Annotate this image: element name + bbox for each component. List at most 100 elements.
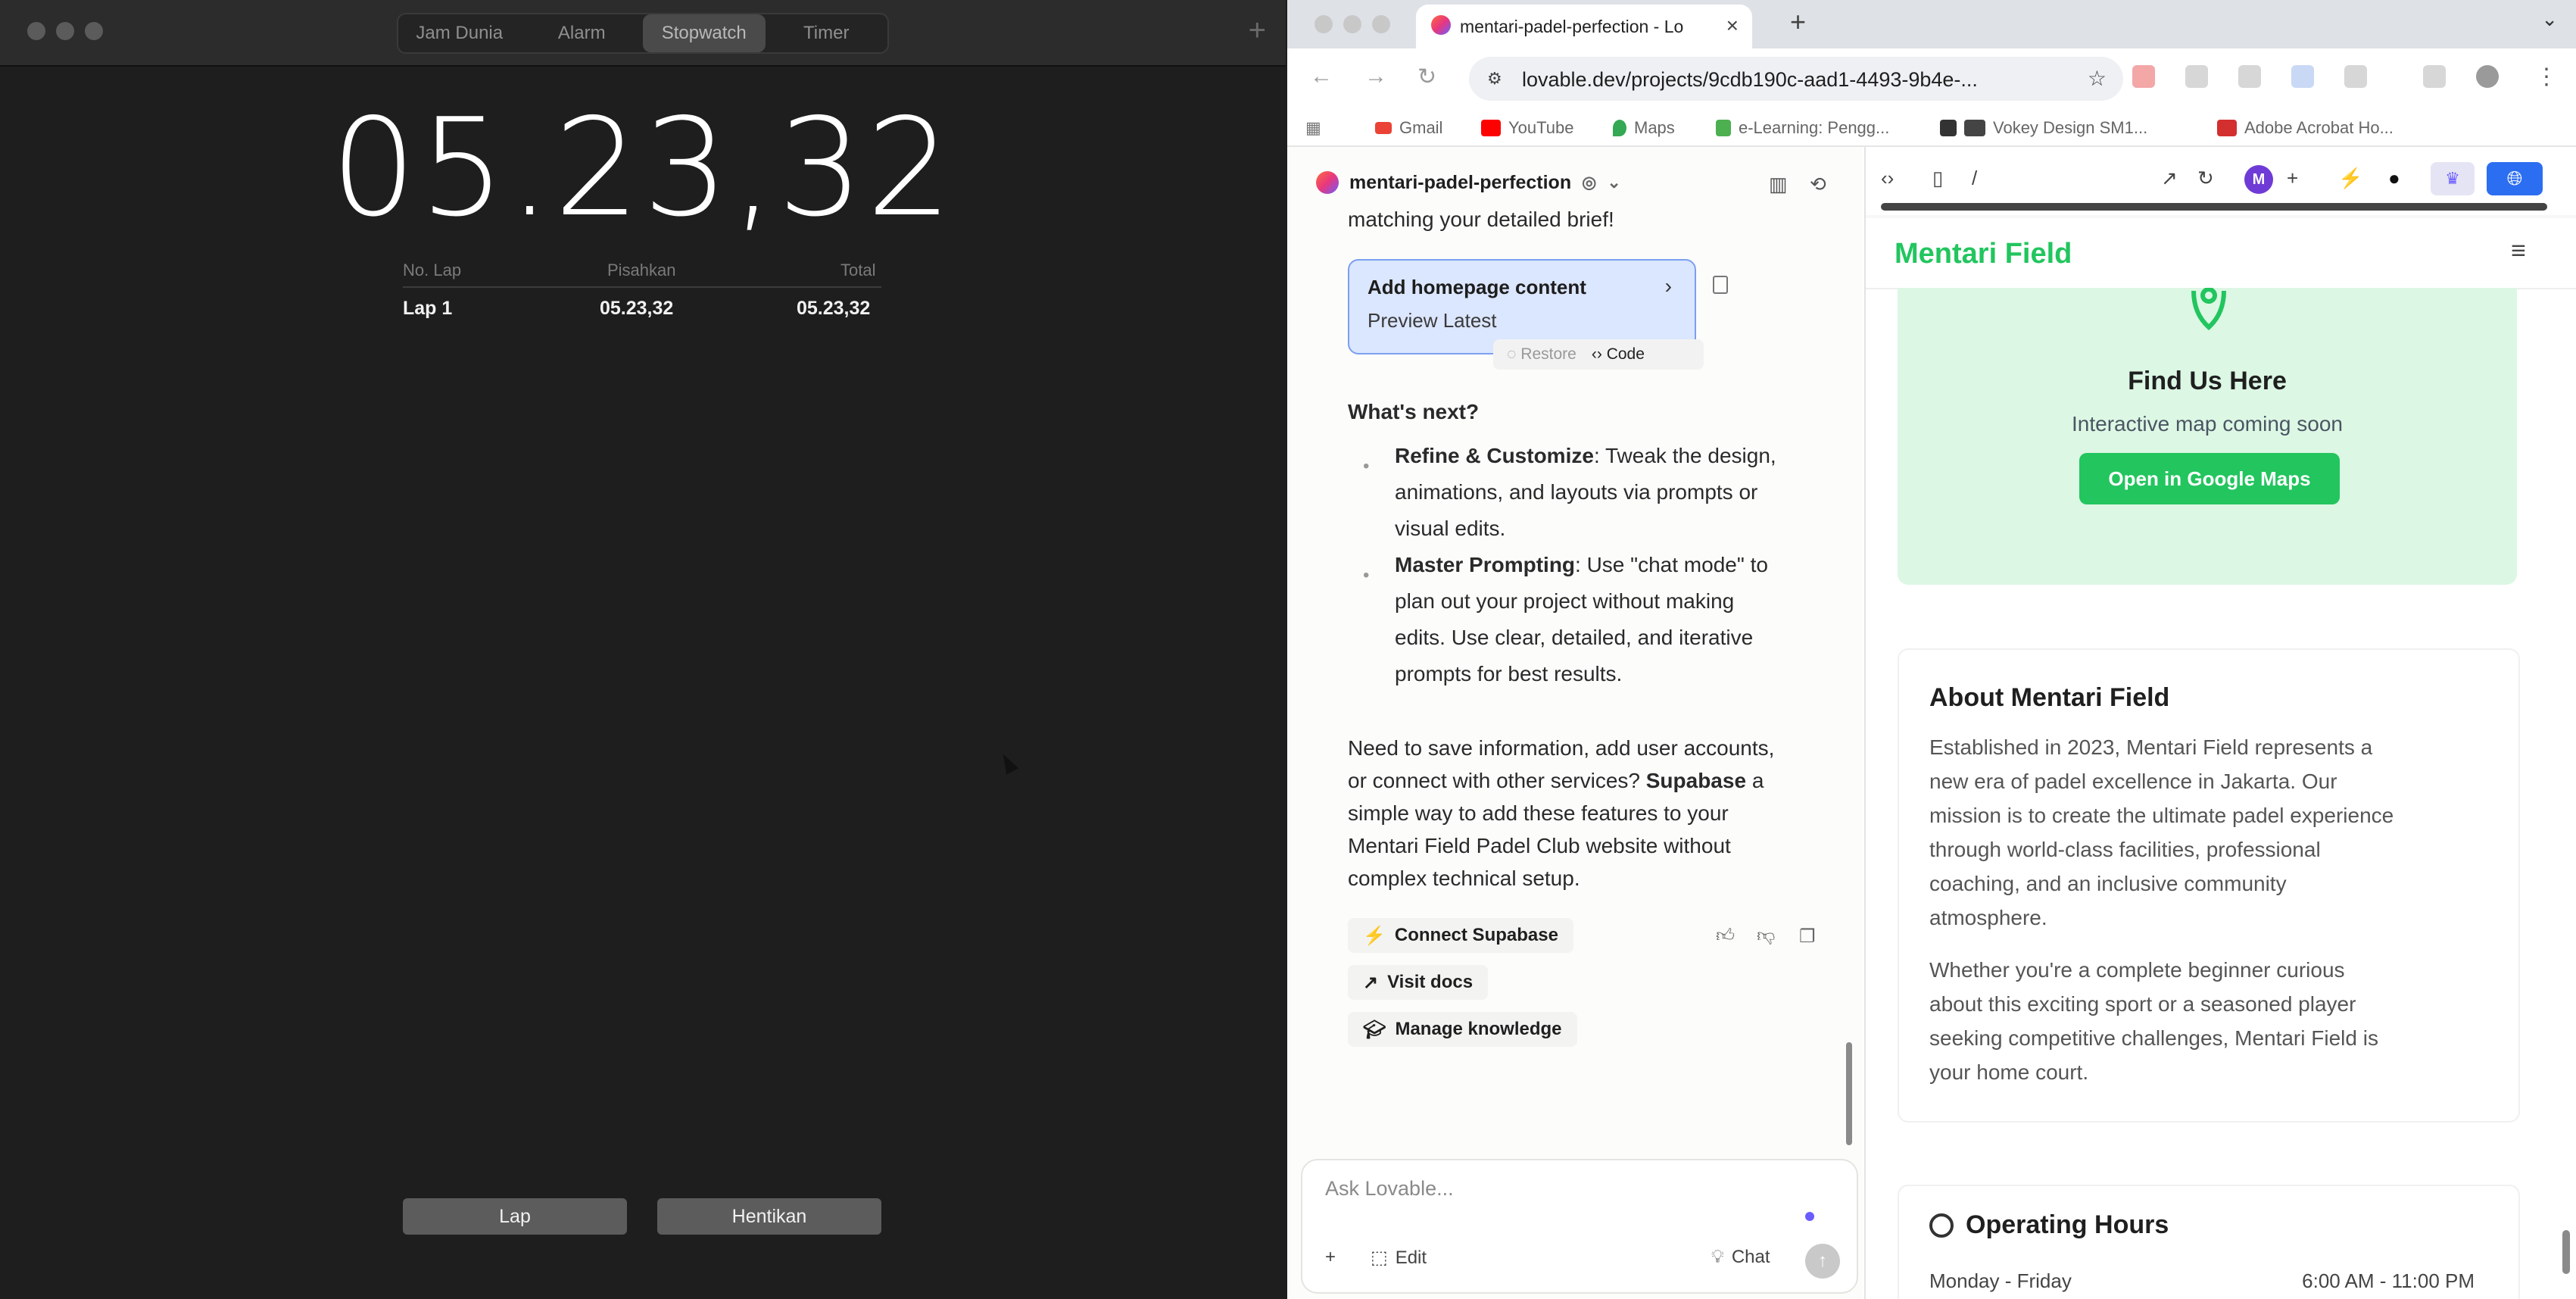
forward-icon[interactable]: → [1364, 64, 1387, 89]
plus-icon[interactable]: + [1249, 14, 1266, 47]
address-bar[interactable]: ⚙ lovable.dev/projects/9cdb190c-aad1-449… [1469, 57, 2123, 101]
stopwatch-time: 05.23,32 [330, 89, 956, 246]
hamburger-menu-icon[interactable]: ≡ [2511, 236, 2526, 266]
invite-plus-icon[interactable]: + [2287, 167, 2298, 190]
bookmark-maps[interactable]: Maps [1613, 118, 1675, 138]
bookmark-elearning[interactable]: e-Learning: Pengg... [1716, 118, 1889, 138]
hand-extension-icon[interactable] [2238, 65, 2261, 88]
send-button[interactable]: ↑ [1805, 1244, 1840, 1279]
route-path[interactable]: / [1972, 167, 1977, 190]
copy-extension-icon[interactable] [2291, 65, 2314, 88]
tab-search-chevron-icon[interactable]: ⌄ [2541, 8, 2558, 31]
adobe-acrobat-icon [2217, 120, 2237, 136]
thumbs-down-icon[interactable]: 👎︎ [1757, 926, 1775, 947]
chat-scrollbar[interactable] [1846, 1042, 1852, 1145]
browser-tab[interactable]: mentari-padel-perfection - Lo × [1416, 5, 1752, 48]
refresh-preview-icon[interactable]: ↻ [2197, 167, 2214, 190]
extensions-puzzle-icon[interactable] [2344, 65, 2367, 88]
site-scrollbar[interactable] [2562, 1230, 2570, 1274]
user-avatar[interactable]: M [2244, 165, 2273, 194]
open-google-maps-button[interactable]: Open in Google Maps [2079, 453, 2340, 504]
upgrade-crown-icon[interactable]: ♛ [2431, 162, 2475, 195]
bookmark-icon[interactable] [1713, 276, 1728, 294]
preview-horizontal-scrollbar[interactable] [1881, 203, 2547, 211]
zoom-window-button[interactable] [85, 22, 103, 40]
add-attachment-icon[interactable]: + [1325, 1247, 1336, 1268]
lap-header-total: Total [840, 261, 876, 279]
manage-knowledge-button[interactable]: 🎓︎ Manage knowledge [1348, 1012, 1577, 1047]
history-icon[interactable]: ⟲ [1810, 173, 1826, 196]
project-name: mentari-padel-perfection [1349, 171, 1572, 193]
bookmark-label: Gmail [1399, 118, 1443, 137]
chat-composer: Ask Lovable... + ⬚ Edit 💡︎ Chat ↑ [1301, 1159, 1858, 1294]
tab-jam-dunia[interactable]: Jam Dunia [398, 14, 521, 52]
about-paragraph-2: Whether you're a complete beginner curio… [1929, 958, 2378, 1084]
close-window-button[interactable] [1315, 15, 1333, 33]
youtube-icon [1481, 120, 1501, 136]
new-tab-icon[interactable]: + [1790, 6, 1806, 38]
bookmark-youtube[interactable]: YouTube [1481, 118, 1573, 138]
profile-avatar[interactable] [2476, 65, 2499, 88]
thumbs-up-icon[interactable]: 👍︎ [1716, 926, 1735, 947]
bookmark-vokey[interactable]: Vokey Design SM1... [1940, 118, 2147, 138]
close-window-button[interactable] [27, 22, 45, 40]
lap-split: 05.23,32 [600, 298, 674, 319]
browser-toolbar: ← → ↻ ⚙ lovable.dev/projects/9cdb190c-aa… [1287, 48, 2576, 109]
lightbulb-icon: 💡︎ [1711, 1247, 1724, 1267]
reload-icon[interactable]: ↻ [1417, 64, 1436, 90]
about-section: About Mentari Field Established in 2023,… [1898, 648, 2520, 1123]
code-button[interactable]: ‹› Code [1592, 345, 1645, 364]
site-info-icon[interactable]: ⚙ [1487, 69, 1502, 89]
tab-alarm[interactable]: Alarm [521, 14, 644, 52]
chat-mode-button[interactable]: 💡︎ Chat [1711, 1247, 1770, 1268]
preview-toolbar: ‹› ▯ / ↗ ↻ M + ⚡ ● ♛ 🌐︎ [1866, 147, 2576, 215]
bookmark-gmail[interactable]: Gmail [1375, 118, 1442, 138]
arrow-up-right-icon: ↗ [1363, 972, 1379, 993]
sidebar-toggle-icon[interactable]: ▥ [1769, 173, 1788, 196]
bookmark-star-icon[interactable]: ☆ [2088, 66, 2107, 91]
publish-globe-icon[interactable]: 🌐︎ [2487, 162, 2543, 195]
tab-stopwatch[interactable]: Stopwatch [643, 14, 766, 52]
bookmark-label: Maps [1634, 118, 1675, 137]
preview-device-icon[interactable]: ▯ [1932, 167, 1943, 190]
lap-total: 05.23,32 [797, 298, 871, 319]
bullet-refine: Refine & Customize: Tweak the design, an… [1395, 444, 1776, 540]
back-icon[interactable]: ← [1310, 64, 1333, 89]
tab-timer[interactable]: Timer [766, 14, 888, 52]
find-us-subtitle: Interactive map coming soon [2072, 412, 2343, 436]
copy-icon[interactable]: ❐ [1799, 926, 1816, 948]
graduation-cap-icon: 🎓︎ [1363, 1019, 1386, 1040]
project-header[interactable]: mentari-padel-perfection ◎ ⌄ [1316, 171, 1621, 194]
zoom-window-button[interactable] [1372, 15, 1390, 33]
find-us-title: Find Us Here [2128, 367, 2287, 395]
bookmark-adobe[interactable]: Adobe Acrobat Ho... [2217, 118, 2394, 138]
connect-supabase-button[interactable]: ⚡ Connect Supabase [1348, 918, 1573, 953]
maps-icon [1613, 120, 1626, 136]
extension-icon[interactable] [2132, 65, 2155, 88]
lap-button[interactable]: Lap [403, 1198, 627, 1235]
bookmarks-bar: ▦ Gmail YouTube Maps e-Learning: Pengg..… [1287, 109, 2576, 147]
about-paragraph-1: Established in 2023, Mentari Field repre… [1929, 735, 2394, 929]
apps-grid-icon[interactable]: ▦ [1305, 118, 1321, 138]
stop-button[interactable]: Hentikan [657, 1198, 881, 1235]
github-icon[interactable]: ● [2388, 167, 2400, 190]
download-icon[interactable] [2423, 65, 2446, 88]
ask-lovable-input[interactable]: Ask Lovable... [1325, 1177, 1454, 1201]
minimize-window-button[interactable] [1343, 15, 1361, 33]
clock-tab-bar: Jam Dunia Alarm Stopwatch Timer [397, 13, 889, 54]
bookmark-label: Adobe Acrobat Ho... [2244, 118, 2394, 137]
open-external-icon[interactable]: ↗ [2161, 167, 2178, 190]
site-brand[interactable]: Mentari Field [1895, 238, 2072, 270]
restore-button[interactable]: ◌ Restore [1507, 345, 1576, 364]
camera-extension-icon[interactable] [2185, 65, 2208, 88]
find-us-section: Find Us Here Interactive map coming soon… [1898, 288, 2517, 585]
code-view-icon[interactable]: ‹› [1881, 167, 1894, 190]
close-tab-icon[interactable]: × [1726, 14, 1739, 38]
edit-icon: ⬚ [1371, 1247, 1388, 1268]
minimize-window-button[interactable] [56, 22, 74, 40]
edit-button[interactable]: ⬚ Edit [1371, 1247, 1427, 1269]
browser-menu-icon[interactable]: ⋮ [2535, 64, 2558, 90]
supabase-lightning-icon[interactable]: ⚡ [2338, 167, 2362, 190]
visit-docs-button[interactable]: ↗ Visit docs [1348, 965, 1489, 1000]
clock-window: Jam Dunia Alarm Stopwatch Timer + 05.23,… [0, 0, 1286, 1299]
